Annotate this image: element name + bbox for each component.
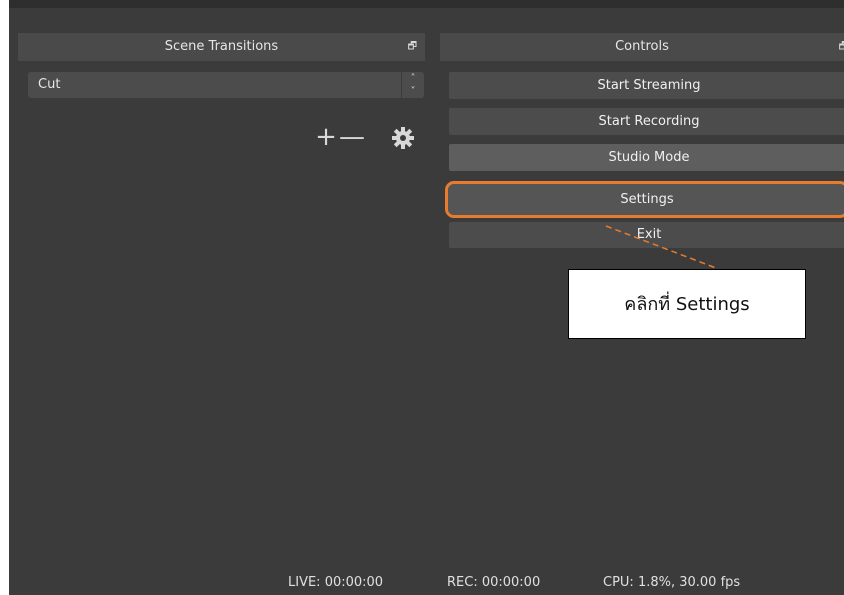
select-arrows-icon[interactable]: ˄ ˅ xyxy=(401,72,424,98)
controls-title: Controls xyxy=(615,39,669,54)
transition-select[interactable]: Cut ˄ ˅ xyxy=(28,72,424,98)
gear-icon[interactable] xyxy=(391,126,415,150)
instruction-text: คลิกที่ Settings xyxy=(624,294,750,315)
start-recording-button[interactable]: Start Recording xyxy=(449,108,844,135)
settings-button[interactable]: Settings xyxy=(445,181,844,218)
scene-transitions-title: Scene Transitions xyxy=(164,39,279,54)
cpu-status: CPU: 1.8%, 30.00 fps xyxy=(603,575,741,590)
scene-transitions-dock: Scene Transitions 🗗 Cut ˄ ˅ + — xyxy=(9,8,429,568)
live-timer: LIVE: 00:00:00 xyxy=(288,575,384,590)
transition-select-value: Cut xyxy=(38,77,61,92)
instruction-callout: คลิกที่ Settings xyxy=(568,269,806,339)
top-strip xyxy=(9,0,844,8)
scene-transitions-header[interactable]: Scene Transitions 🗗 xyxy=(18,33,425,61)
remove-icon[interactable]: — xyxy=(339,124,365,150)
status-bar: LIVE: 00:00:00 REC: 00:00:00 CPU: 1.8%, … xyxy=(9,570,844,595)
start-streaming-button[interactable]: Start Streaming xyxy=(449,72,844,99)
controls-header[interactable]: Controls 🗗 xyxy=(440,33,844,61)
add-icon[interactable]: + xyxy=(313,124,339,150)
float-dock-icon[interactable]: 🗗 xyxy=(839,33,844,61)
transition-toolbar: + — xyxy=(307,124,427,152)
exit-button[interactable]: Exit xyxy=(449,222,844,248)
studio-mode-button[interactable]: Studio Mode xyxy=(449,144,844,171)
rec-timer: REC: 00:00:00 xyxy=(447,575,541,590)
float-dock-icon[interactable]: 🗗 xyxy=(408,33,417,61)
